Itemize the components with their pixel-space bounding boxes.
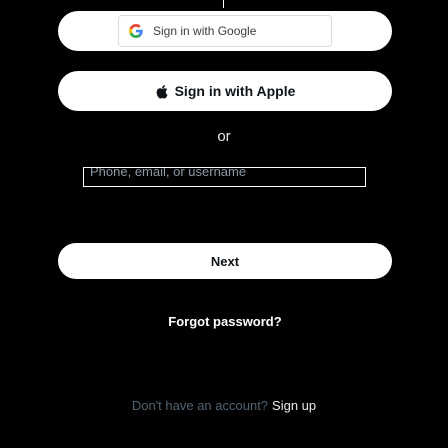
signup-link[interactable]: Sign up [272,398,316,413]
signup-prompt: Don't have an account? [131,398,269,413]
google-g-icon [129,24,143,38]
forgot-password-button[interactable]: Forgot password? [58,303,392,339]
google-signin-label: Sign in with Google [153,24,257,38]
google-signin-button[interactable]: Sign in with Google [58,11,392,51]
google-signin-inner[interactable]: Sign in with Google [118,15,332,47]
next-button[interactable]: Next [58,243,392,279]
or-divider-text: or [217,128,231,145]
top-divider-mark [223,0,224,8]
signup-row: Don't have an account? Sign up [0,398,448,413]
apple-logo-icon [155,84,168,99]
identifier-field[interactable] [83,167,366,187]
identifier-input[interactable] [84,168,365,180]
login-page: Sign in with Google Sign in with Apple o… [0,0,448,448]
apple-signin-label: Sign in with Apple [174,83,296,99]
apple-signin-button[interactable]: Sign in with Apple [58,71,392,111]
